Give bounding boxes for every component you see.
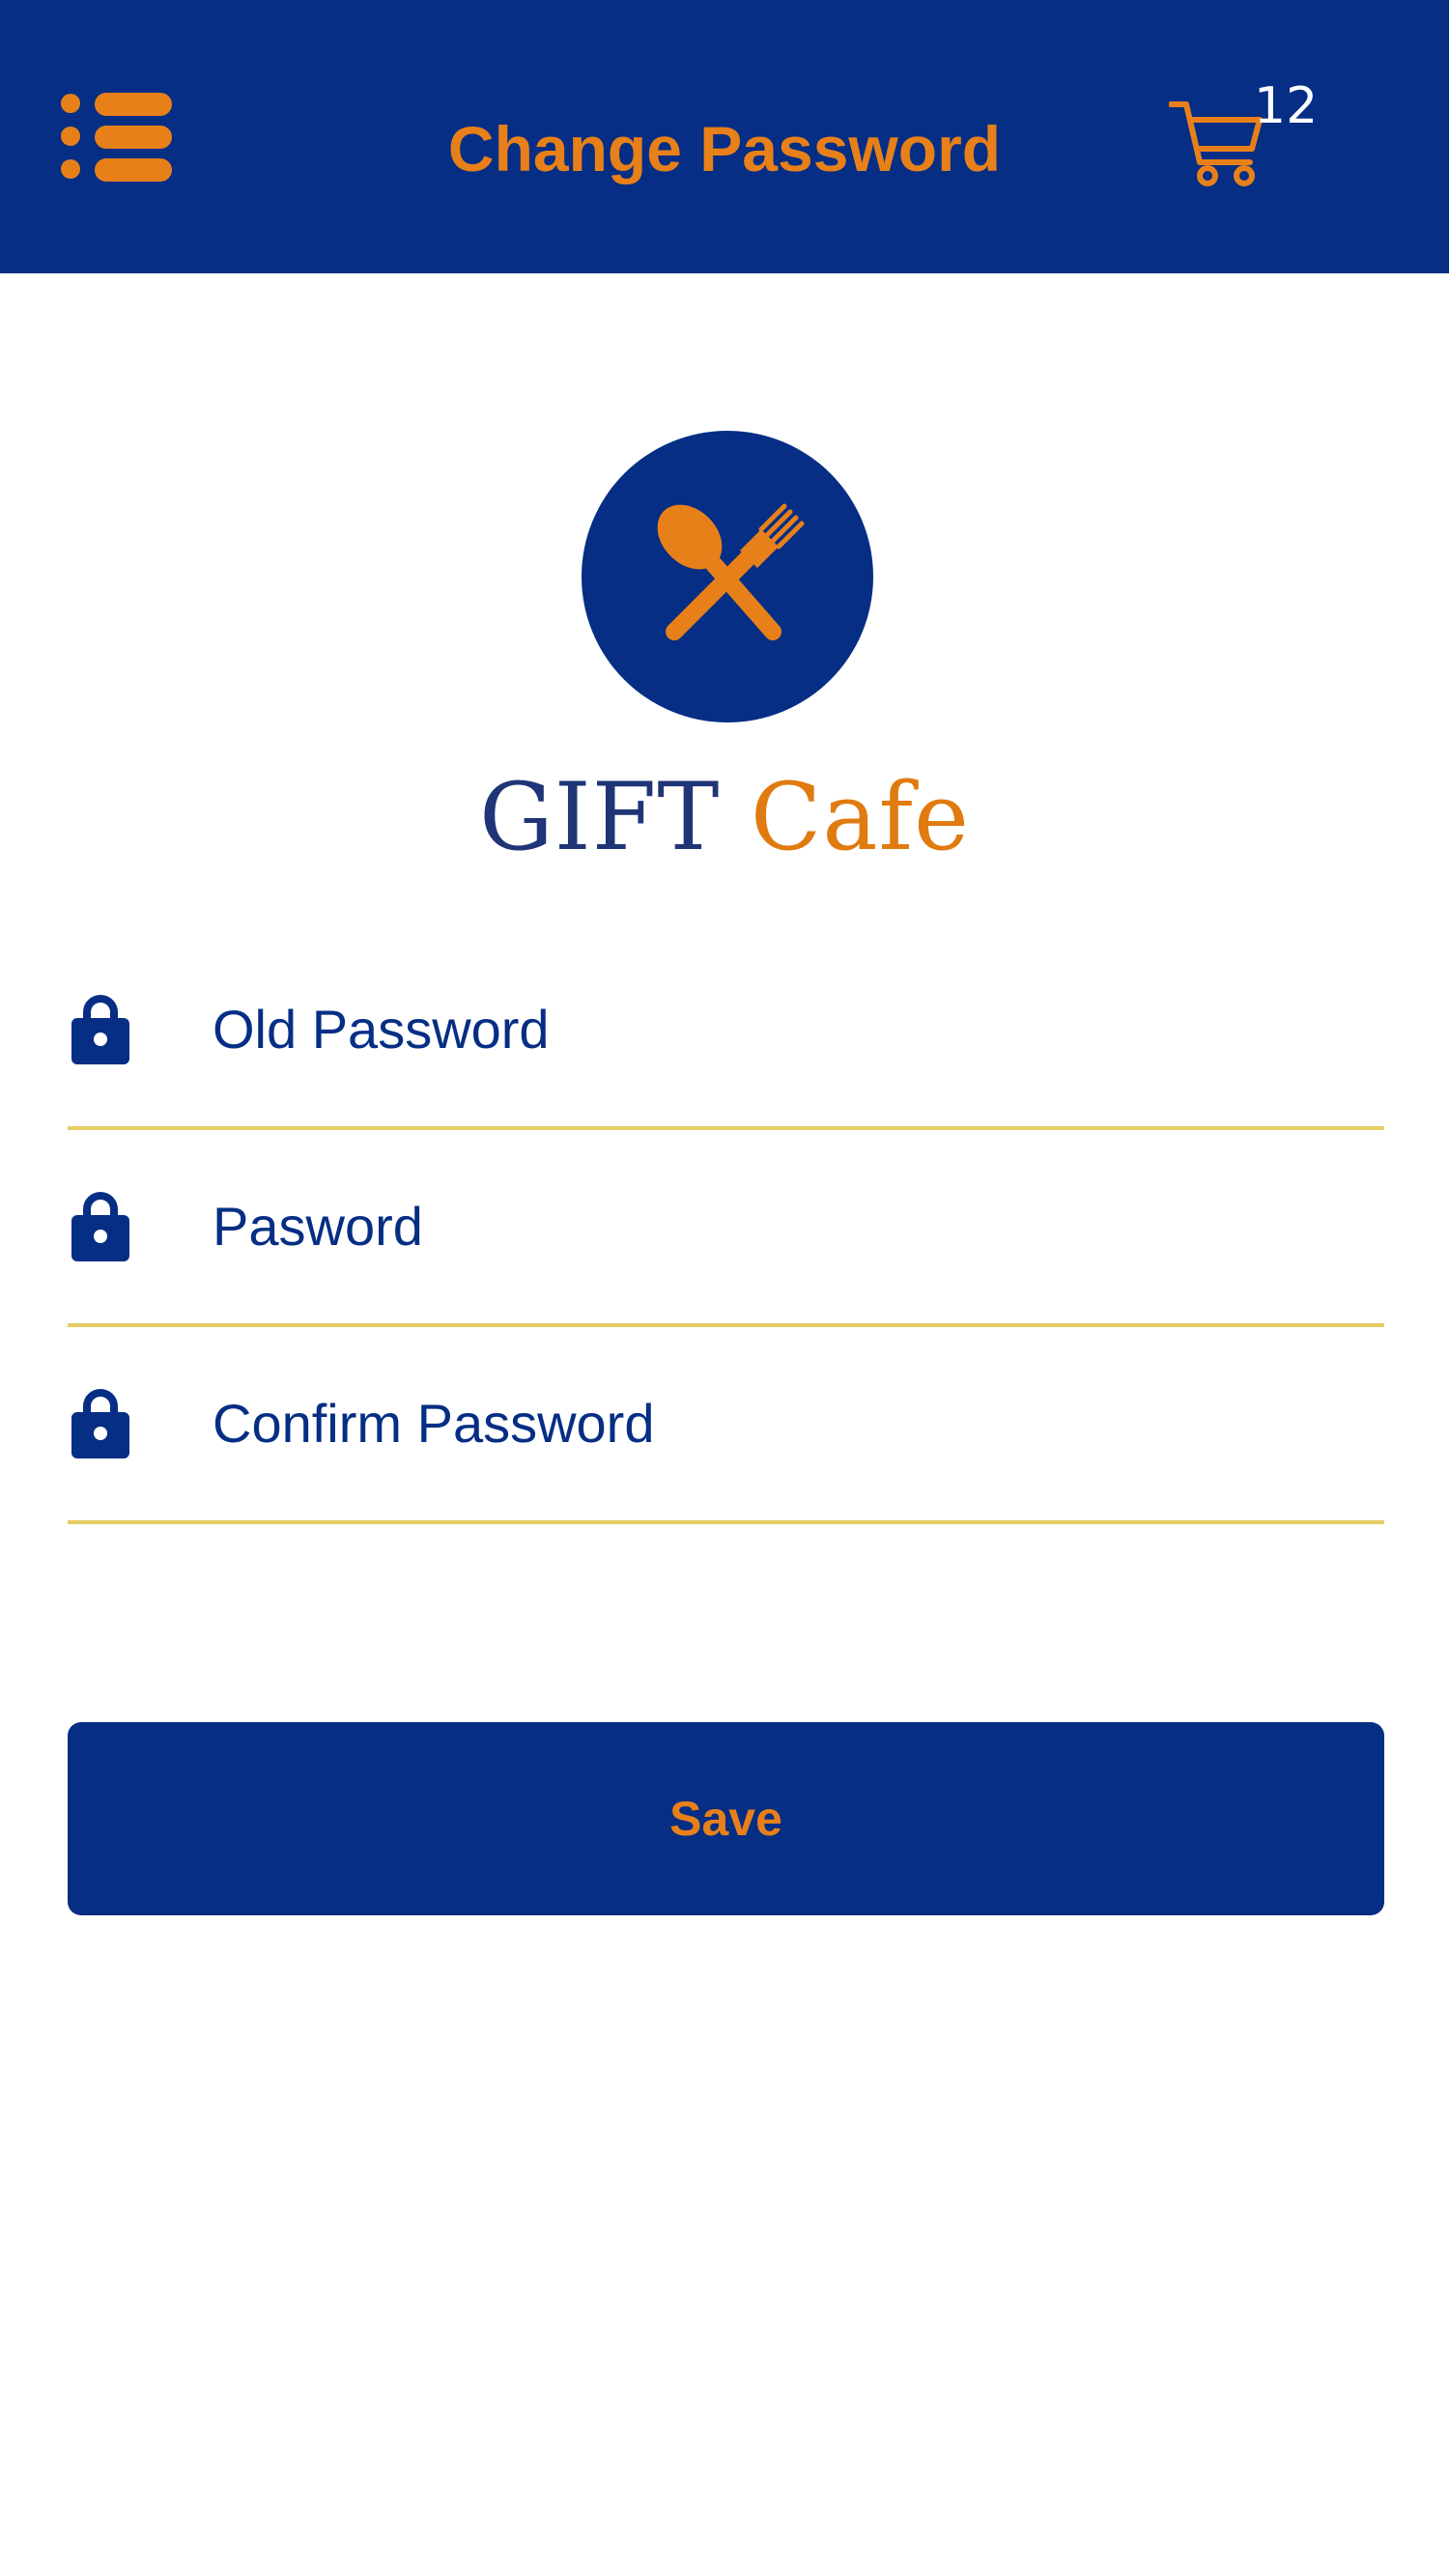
brand-name-part2: Cafe [750, 763, 970, 871]
brand-logo: GIFT Cafe [0, 431, 1449, 875]
logo-circle [582, 431, 873, 722]
old-password-input[interactable] [213, 976, 1352, 1082]
cart-button[interactable]: 12 [1159, 75, 1333, 191]
confirm-password-field [68, 1331, 1384, 1524]
app-header: Change Password 12 [0, 0, 1449, 273]
lock-icon [71, 1389, 129, 1458]
password-field [68, 1134, 1384, 1327]
shopping-cart-icon [1169, 101, 1263, 186]
save-button[interactable]: Save [68, 1722, 1384, 1915]
change-password-screen: Change Password 12 GIFT Cafe Save [0, 0, 1449, 2576]
password-input[interactable] [213, 1173, 1352, 1279]
spoon-fork-icon [657, 503, 805, 640]
lock-icon [71, 995, 129, 1064]
brand-name-part1: GIFT [479, 763, 721, 871]
lock-icon [71, 1192, 129, 1261]
brand-name: GIFT Cafe [0, 759, 1449, 875]
confirm-password-input[interactable] [213, 1370, 1352, 1476]
old-password-field [68, 937, 1384, 1130]
cart-count-badge: 12 [1254, 77, 1319, 135]
